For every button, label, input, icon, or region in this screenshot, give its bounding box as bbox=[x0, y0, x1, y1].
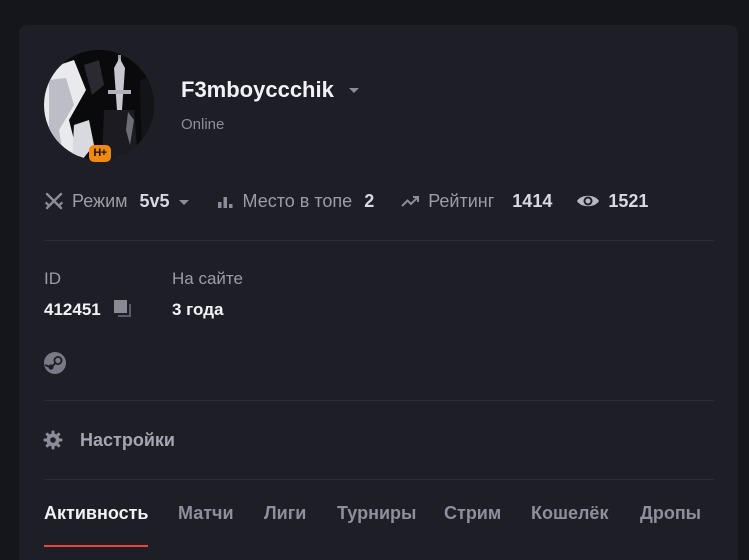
mode-label: Режим bbox=[72, 190, 128, 211]
tab-wallet[interactable]: Кошелёк bbox=[531, 503, 608, 524]
divider bbox=[44, 479, 714, 480]
tab-activity[interactable]: Активность bbox=[44, 503, 148, 524]
chevron-down-icon bbox=[178, 199, 189, 205]
online-status: Online bbox=[181, 116, 225, 133]
mode-selector[interactable]: 5v5 bbox=[128, 191, 189, 212]
steam-icon[interactable] bbox=[43, 351, 67, 375]
id-label: ID bbox=[44, 269, 61, 288]
tab-tournaments[interactable]: Турниры bbox=[337, 503, 416, 524]
divider bbox=[44, 400, 714, 401]
active-tab-indicator bbox=[44, 545, 148, 547]
rating-label: Рейтинг bbox=[428, 190, 495, 211]
settings-label: Настройки bbox=[80, 429, 175, 450]
eye-icon bbox=[577, 195, 600, 207]
settings-button[interactable]: Настройки bbox=[43, 427, 175, 453]
rank-label: Место в топе bbox=[242, 190, 353, 211]
crossed-swords-icon bbox=[44, 192, 64, 210]
tab-stream[interactable]: Стрим bbox=[444, 503, 501, 524]
divider bbox=[44, 240, 714, 241]
chevron-down-icon[interactable] bbox=[349, 88, 359, 93]
onsite-value: 3 года bbox=[172, 300, 224, 319]
mode-value: 5v5 bbox=[139, 190, 170, 211]
rating-value: 1414 bbox=[512, 190, 553, 211]
avatar-image bbox=[44, 50, 154, 160]
onsite-label: На сайте bbox=[172, 269, 243, 288]
gear-icon bbox=[43, 430, 63, 450]
profile-card: H+ F3mboyccchik Online Режим 5v5 Место в… bbox=[19, 25, 738, 560]
plus-badge: H+ bbox=[89, 145, 111, 162]
views-value: 1521 bbox=[608, 190, 649, 211]
username[interactable]: F3mboyccchik bbox=[181, 77, 334, 103]
copy-icon[interactable] bbox=[113, 299, 133, 319]
avatar[interactable] bbox=[44, 50, 154, 160]
tab-matches[interactable]: Матчи bbox=[178, 503, 234, 524]
tab-drops[interactable]: Дропы bbox=[640, 503, 701, 524]
stats-row: Режим 5v5 Место в топе 2 Рейтинг 1414 15… bbox=[44, 189, 648, 213]
trending-up-icon bbox=[401, 196, 420, 207]
id-value: 412451 bbox=[44, 300, 101, 319]
bar-chart-icon bbox=[217, 197, 233, 208]
rank-value: 2 bbox=[364, 190, 375, 211]
tab-leagues[interactable]: Лиги bbox=[264, 503, 306, 524]
